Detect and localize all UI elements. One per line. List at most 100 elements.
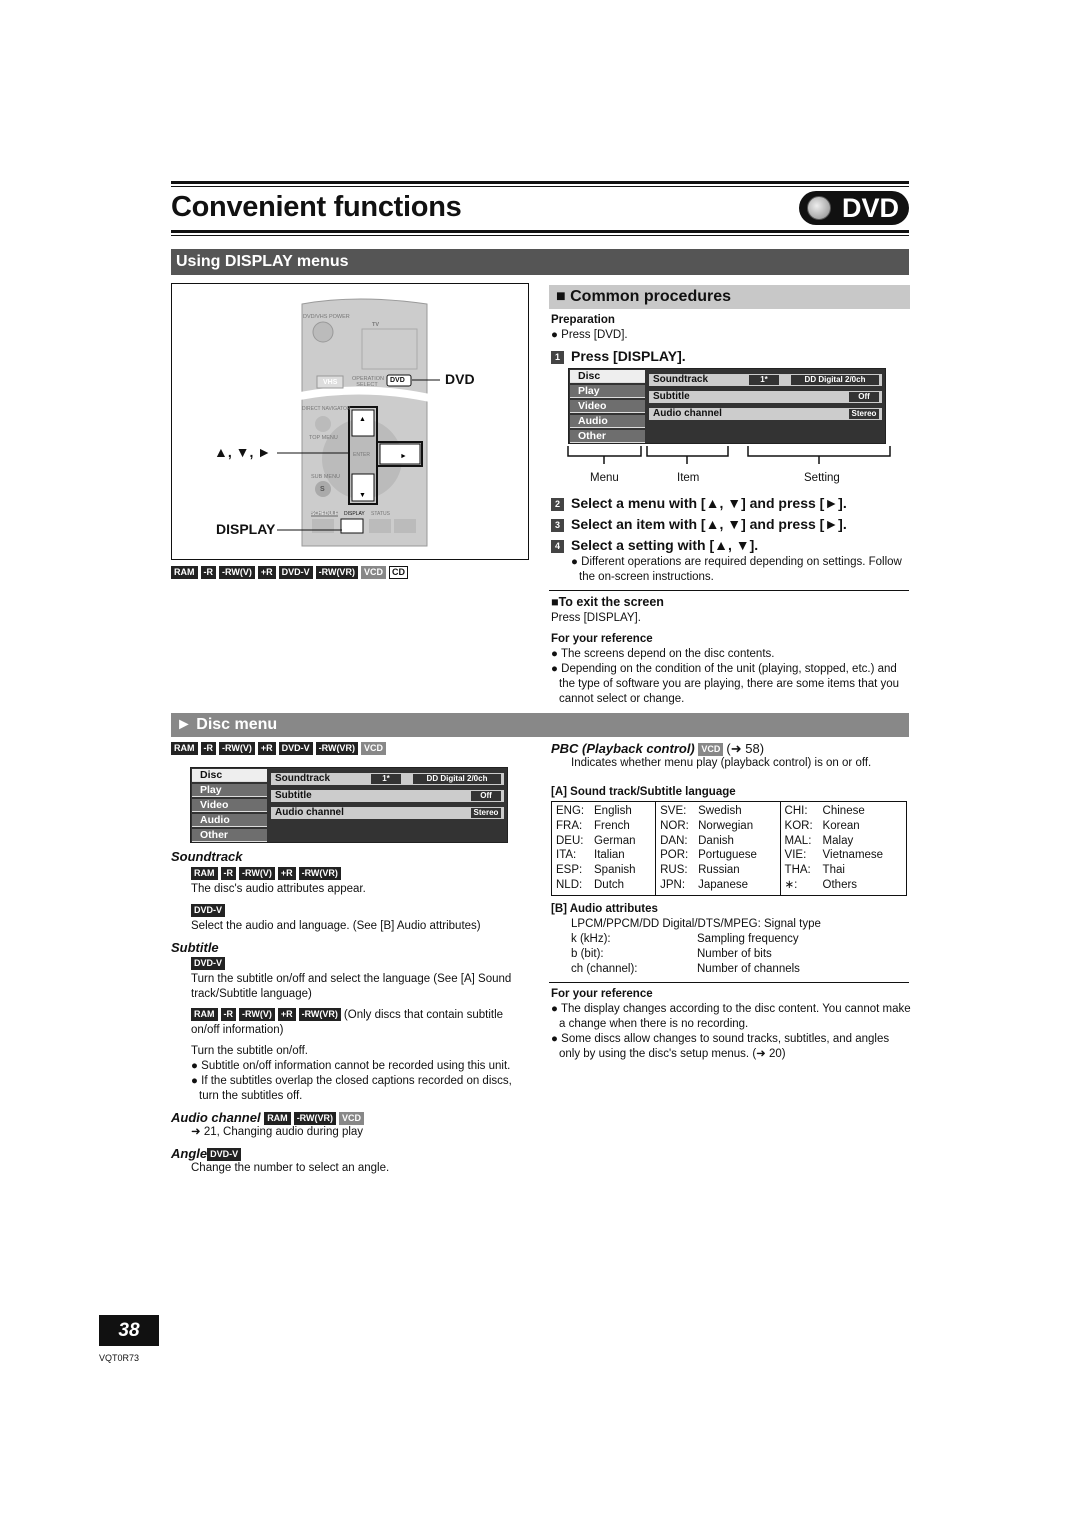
language-name: German [594, 834, 636, 847]
dvd-callout: DVD [445, 371, 475, 387]
subtitle-note: ● Subtitle on/off information cannot be … [191, 1060, 511, 1072]
badge-rwvr: -RW(VR) [298, 867, 341, 880]
attribute-key: LPCM/PPCM/DD Digital/DTS/MPEG: Signal ty… [571, 917, 821, 930]
language-code: MAL: [784, 834, 812, 847]
attribute-key: ch (channel): [571, 962, 638, 975]
item-label: Audio channel [653, 408, 722, 419]
menu-item-play[interactable]: Play [192, 784, 267, 797]
language-code: JPN: [660, 878, 686, 891]
svg-text:▲: ▲ [359, 416, 366, 423]
menu-item-video[interactable]: Video [570, 400, 645, 413]
dvd-logo: DVD [799, 191, 909, 225]
display-callout: DISPLAY [216, 521, 276, 537]
language-code: DAN: [660, 834, 688, 847]
item-row-soundtrack[interactable]: Soundtrack 1* DD Digital 2/0ch [271, 773, 504, 785]
language-name: English [594, 805, 632, 817]
subtitle-value: Off [471, 791, 501, 801]
language-row: NLD: Dutch [556, 878, 651, 893]
badge-r: -R [200, 566, 216, 579]
language-column: ENG: English FRA: French DEU: German ITA: Itali… [550, 801, 657, 896]
subtitle-text: Turn the subtitle on/off and select the … [191, 973, 512, 1000]
pbc-heading: PBC (Playback control) VCD (➜ 58) [551, 741, 765, 756]
enter-button-label: ENTER [353, 452, 370, 458]
badge-vcd: VCD [339, 1112, 365, 1125]
preparation-text: ● Press [DVD]. [551, 329, 628, 341]
menu-item-disc[interactable]: Disc [192, 769, 267, 782]
language-code: KOR: [784, 819, 813, 832]
exit-text: Press [DISPLAY]. [551, 612, 641, 624]
language-name: Chinese [822, 805, 865, 817]
item-row-soundtrack[interactable]: Soundtrack 1* DD Digital 2/0ch [649, 374, 882, 386]
page-number: 38 [99, 1315, 159, 1346]
badge-vcd: VCD [360, 566, 386, 579]
exit-heading: ■To exit the screen [551, 595, 664, 609]
language-column: CHI: Chinese KOR: Korean MAL: Malay VIE: Vietna… [779, 801, 908, 896]
language-row: VIE: Vietnamese [785, 848, 902, 863]
attribute-desc: Sampling frequency [697, 932, 799, 945]
section-header: Using DISPLAY menus [171, 249, 909, 275]
angle-text: Change the number to select an angle. [191, 1162, 390, 1174]
language-row: RUS: Russian [660, 863, 775, 878]
sub-menu-label: SUB MENU [311, 474, 341, 480]
audio-channel-heading: Audio channel RAM -RW(VR) VCD [171, 1110, 526, 1125]
item-row-audio-channel[interactable]: Audio channel Stereo [271, 807, 504, 819]
language-row: JPN: Japanese [660, 878, 775, 893]
language-row: POR: Portuguese [660, 848, 775, 863]
badge-cd: CD [388, 566, 408, 579]
badge-r: +R [277, 867, 296, 880]
menu-item-other[interactable]: Other [570, 430, 645, 443]
badge: DVD-V [191, 957, 226, 970]
audio-attributes-list: LPCM/PPCM/DD Digital/DTS/MPEG: Signal ty… [571, 917, 911, 977]
attribute-row: b (bit): Number of bits [571, 947, 911, 962]
audio-attributes-heading: [B] Audio attributes [551, 902, 658, 915]
language-name: Swedish [698, 805, 742, 817]
soundtrack-number: 1* [749, 375, 779, 385]
menu-item-disc[interactable]: Disc [570, 370, 645, 383]
attribute-row: LPCM/PPCM/DD Digital/DTS/MPEG: Signal ty… [571, 917, 911, 932]
badge: DVD-V [191, 904, 226, 917]
disc-menu-title: Disc menu [196, 716, 278, 733]
language-code: FRA: [556, 819, 583, 832]
model-code: VQT0R73 [99, 1353, 140, 1363]
badge-rwvr: -RW(VR) [293, 1112, 337, 1125]
attribute-row: k (kHz): Sampling frequency [571, 932, 911, 947]
soundtrack-heading: Soundtrack [171, 849, 243, 864]
subtitle-heading: Subtitle [171, 940, 219, 955]
language-row: CHI: Chinese [785, 804, 902, 819]
language-name: Korean [822, 819, 860, 832]
item-row-subtitle[interactable]: Subtitle Off [271, 790, 504, 802]
item-row-subtitle[interactable]: Subtitle Off [649, 391, 882, 403]
badge-dvdv: DVD-V [278, 566, 313, 579]
menu-item-other[interactable]: Other [192, 829, 267, 842]
language-name: Norwegian [698, 819, 754, 832]
menu-item-audio[interactable]: Audio [570, 415, 645, 428]
language-code: NOR: [660, 819, 689, 832]
menu-item-play[interactable]: Play [570, 385, 645, 398]
language-code: CHI: [784, 805, 808, 817]
attribute-desc: Number of channels [697, 962, 800, 975]
badge-r: -R [220, 1008, 236, 1021]
item-row-audio-channel[interactable]: Audio channel Stereo [649, 408, 882, 420]
language-code: ENG: [556, 805, 585, 817]
subtitle-onoff-text: Turn the subtitle on/off. [191, 1045, 308, 1057]
item-label: Audio channel [275, 807, 344, 818]
svg-text:►: ► [400, 453, 407, 460]
language-name: Russian [698, 864, 740, 877]
language-name: Malay [822, 834, 854, 847]
disc-menu-screen: Disc Play Video Audio Other Soundtrack 1* DD Di… [190, 767, 508, 843]
language-row: ESP: Spanish [556, 863, 651, 878]
language-row: DEU: German [556, 834, 651, 849]
menu-item-video[interactable]: Video [192, 799, 267, 812]
badge-ram: RAM [171, 742, 198, 755]
soundtrack-value: DD Digital 2/0ch [413, 774, 501, 784]
language-name: Vietnamese [822, 849, 884, 862]
common-procedures-title: Common procedures [570, 288, 732, 305]
menu-item-audio[interactable]: Audio [192, 814, 267, 827]
dvd-button-label: DVD [390, 377, 405, 384]
tv-label: TV [372, 322, 380, 328]
top-menu-label: TOP MENU [309, 435, 338, 441]
language-heading: [A] Sound track/Subtitle language [551, 786, 736, 798]
language-row: ENG: English [556, 804, 651, 819]
title-rule-top [171, 181, 909, 187]
soundtrack-badges: RAM -R -RW(V) +R -RW(VR) [191, 867, 526, 882]
